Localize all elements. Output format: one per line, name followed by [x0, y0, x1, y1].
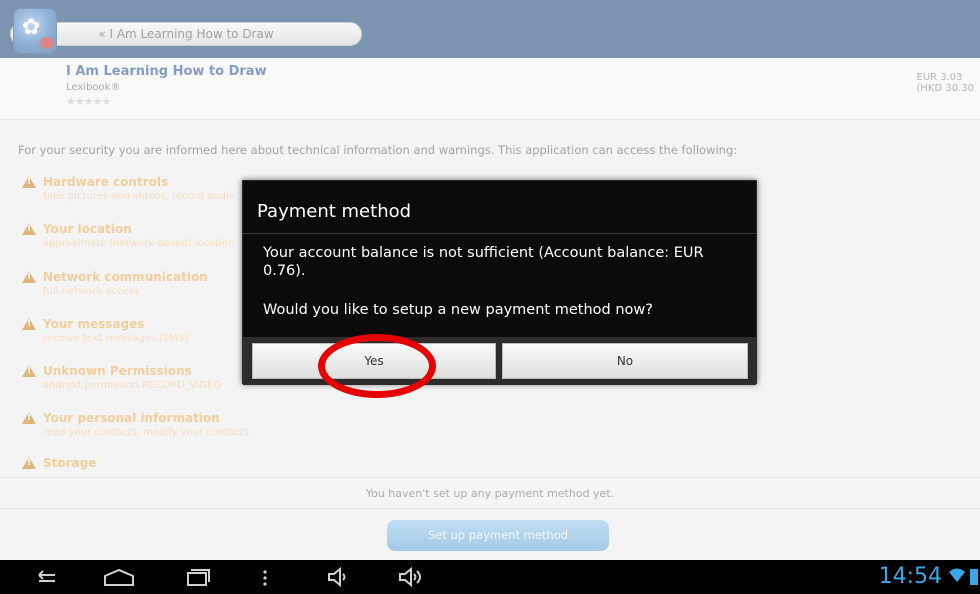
dialog-question: Would you like to setup a new payment me… [263, 302, 653, 318]
dialog-divider [243, 233, 756, 234]
status-clock: 14:54 [878, 564, 942, 589]
menu-icon[interactable] [255, 560, 275, 594]
payment-method-dialog: Payment method Your account balance is n… [242, 180, 757, 385]
back-icon[interactable] [26, 560, 66, 594]
highlight-ring [318, 334, 436, 398]
wifi-icon [948, 567, 966, 587]
dialog-title: Payment method [257, 201, 412, 222]
dialog-balance-message: Your account balance is not sufficient (… [263, 245, 704, 279]
system-navigation-bar: 14:54 [0, 560, 980, 594]
battery-icon [970, 569, 978, 585]
recent-apps-icon[interactable] [178, 560, 218, 594]
volume-down-icon[interactable] [320, 560, 356, 594]
no-button[interactable]: No [502, 343, 748, 379]
volume-up-icon[interactable] [392, 560, 432, 594]
home-icon[interactable] [97, 560, 141, 594]
